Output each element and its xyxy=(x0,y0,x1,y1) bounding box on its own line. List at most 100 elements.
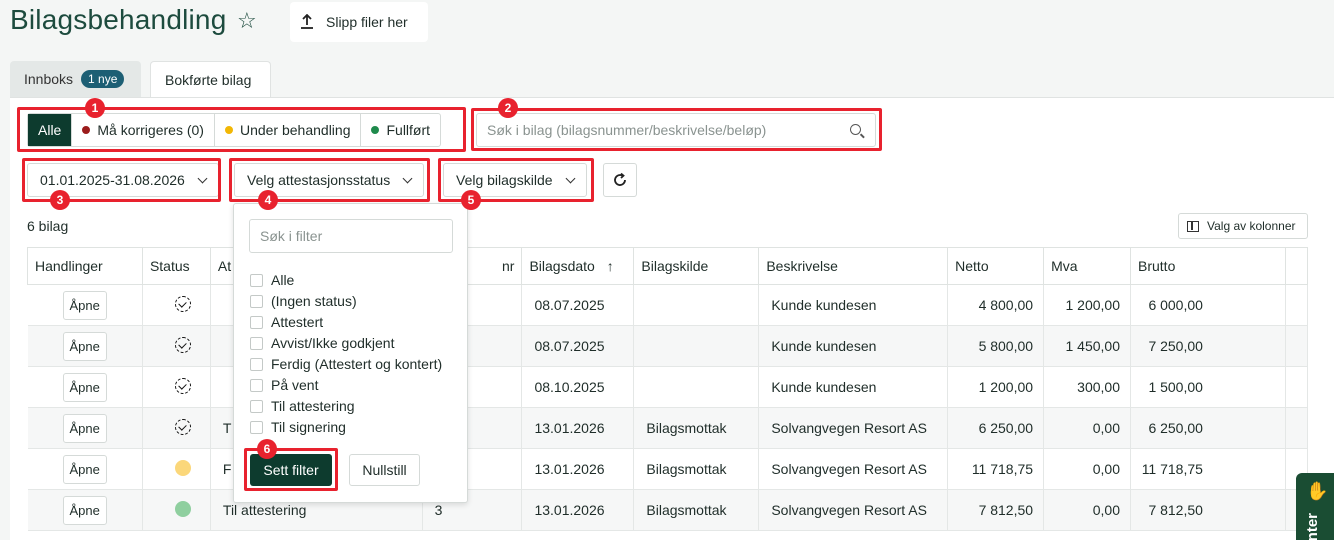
cell-source: Bilagsmottak xyxy=(633,448,760,490)
table-row: Åpne 08.07.2025 Kunde kundesen 4 800,00 1 20… xyxy=(27,284,1309,326)
filter-search-placeholder: Søk i filter xyxy=(260,228,323,244)
cell-spacer xyxy=(1285,325,1309,367)
open-button[interactable]: Åpne xyxy=(62,290,107,320)
attest-option[interactable]: På vent xyxy=(250,377,318,393)
checkbox[interactable] xyxy=(250,273,263,287)
attest-option[interactable]: Ferdig (Attestert og kontert) xyxy=(250,356,442,372)
cell-status xyxy=(142,366,211,408)
checkbox[interactable] xyxy=(250,378,263,392)
cell-date: 13.01.2026 xyxy=(521,407,635,449)
attest-option[interactable]: (Ingen status) xyxy=(250,293,357,309)
table-row: Åpne 08.07.2025 Kunde kundesen 5 800,00 1 45… xyxy=(27,325,1309,367)
attest-option-label: Attestert xyxy=(271,314,324,330)
inbox-new-badge: 1 nye xyxy=(81,70,125,88)
cell-vat: 0,00 xyxy=(1043,407,1131,449)
tab-booked-vouchers[interactable]: Bokførte bilag xyxy=(150,61,271,98)
open-button[interactable]: Åpne xyxy=(62,454,107,484)
attest-option[interactable]: Attestert xyxy=(250,314,323,330)
attest-option-label: På vent xyxy=(271,377,319,393)
open-button[interactable]: Åpne xyxy=(62,413,107,443)
cell-vat: 0,00 xyxy=(1043,489,1131,531)
attest-option[interactable]: Til signering xyxy=(250,419,346,435)
attest-option-label: Alle xyxy=(271,272,295,288)
page-title: Bilagsbehandling xyxy=(10,4,227,35)
cell-net: 11 718,75 xyxy=(947,448,1045,490)
checkbox[interactable] xyxy=(250,420,263,434)
tab-inbox-label: Innboks xyxy=(24,71,74,87)
choose-columns-label: Valg av kolonner xyxy=(1207,219,1296,233)
table-header-row: Handlinger Status At nr Bilagsdato ↑ Bil… xyxy=(27,247,1309,285)
cell-gross: 1 500,00 xyxy=(1130,366,1286,408)
tab-booked-label: Bokførte bilag xyxy=(165,72,252,88)
open-button[interactable]: Åpne xyxy=(62,331,107,361)
favorite-star-icon[interactable]: ☆ xyxy=(237,8,257,34)
callout-1: 1 xyxy=(85,98,105,118)
attest-option[interactable]: Alle xyxy=(250,272,294,288)
cell-vat: 300,00 xyxy=(1043,366,1131,408)
attest-option[interactable]: Avvist/Ikke godkjent xyxy=(250,335,394,351)
cell-date: 08.07.2025 xyxy=(521,284,635,326)
attest-option[interactable]: Til attestering xyxy=(250,398,355,414)
cell-actions: Åpne xyxy=(27,325,143,367)
cell-source xyxy=(633,366,760,408)
cell-description: Solvangvegen Resort AS xyxy=(758,407,949,449)
callout-5: 5 xyxy=(461,190,481,210)
checkbox[interactable] xyxy=(250,357,263,371)
cell-description: Kunde kundesen xyxy=(758,284,949,326)
tab-inbox[interactable]: Innboks 1 nye xyxy=(10,61,141,97)
drop-files-button[interactable]: Slipp filer her xyxy=(290,2,428,42)
cell-net: 7 812,50 xyxy=(947,489,1045,531)
cell-vat: 0,00 xyxy=(1043,448,1131,490)
voucher-count: 6 bilag xyxy=(27,218,69,234)
checkbox[interactable] xyxy=(250,336,263,350)
cell-actions: Åpne xyxy=(27,489,143,531)
col-header-actions[interactable]: Handlinger xyxy=(27,247,143,285)
choose-columns-button[interactable]: Valg av kolonner xyxy=(1178,213,1308,239)
cell-actions: Åpne xyxy=(27,448,143,490)
cell-spacer xyxy=(1285,284,1309,326)
cell-description: Solvangvegen Resort AS xyxy=(758,489,949,531)
attest-option-label: Til attestering xyxy=(271,398,355,414)
voucher-table: Handlinger Status At nr Bilagsdato ↑ Bil… xyxy=(27,247,1309,531)
col-header-net[interactable]: Netto xyxy=(947,247,1045,285)
reset-filter-button[interactable]: Nullstill xyxy=(349,454,420,486)
checkbox[interactable] xyxy=(250,315,263,329)
attest-option-label: Ferdig (Attestert og kontert) xyxy=(271,356,443,372)
col-header-spacer xyxy=(1284,247,1309,285)
cell-spacer xyxy=(1285,366,1309,408)
cell-status xyxy=(142,489,211,531)
highlight-box-1 xyxy=(17,107,466,152)
pending-status-icon xyxy=(174,377,191,394)
refresh-button[interactable] xyxy=(603,163,637,197)
col-header-date[interactable]: Bilagsdato ↑ xyxy=(521,247,635,285)
cell-status xyxy=(142,284,211,326)
cell-source xyxy=(633,325,760,367)
filter-search-input[interactable]: Søk i filter xyxy=(249,219,453,253)
table-row: Åpne 08.10.2025 Kunde kundesen 1 200,00 300,… xyxy=(27,366,1309,408)
cell-net: 5 800,00 xyxy=(947,325,1045,367)
highlight-box-2 xyxy=(471,108,882,151)
open-button[interactable]: Åpne xyxy=(62,495,107,525)
col-header-vat[interactable]: Mva xyxy=(1043,247,1131,285)
col-header-gross[interactable]: Brutto xyxy=(1130,247,1286,285)
col-header-description[interactable]: Beskrivelse xyxy=(758,247,949,285)
col-header-status[interactable]: Status xyxy=(141,247,211,285)
checkbox[interactable] xyxy=(250,294,263,308)
cell-gross: 6 250,00 xyxy=(1130,407,1286,449)
cell-net: 4 800,00 xyxy=(947,284,1045,326)
callout-4: 4 xyxy=(258,190,278,210)
status-circle-icon xyxy=(174,500,191,517)
col-header-date-label: Bilagsdato xyxy=(529,258,595,274)
checkbox[interactable] xyxy=(250,399,263,413)
attest-option-label: Avvist/Ikke godkjent xyxy=(271,335,395,351)
cell-vat: 1 450,00 xyxy=(1043,325,1131,367)
open-button[interactable]: Åpne xyxy=(62,372,107,402)
cell-date: 08.10.2025 xyxy=(521,366,635,408)
hand-icon: ✋ xyxy=(1306,481,1329,501)
cell-date: 13.01.2026 xyxy=(521,448,635,490)
cell-status xyxy=(142,325,211,367)
callout-6: 6 xyxy=(257,439,277,459)
callout-3: 3 xyxy=(50,190,70,210)
col-header-source[interactable]: Bilagskilde xyxy=(633,247,760,285)
help-center-tab[interactable]: ✋ nter xyxy=(1296,473,1334,540)
